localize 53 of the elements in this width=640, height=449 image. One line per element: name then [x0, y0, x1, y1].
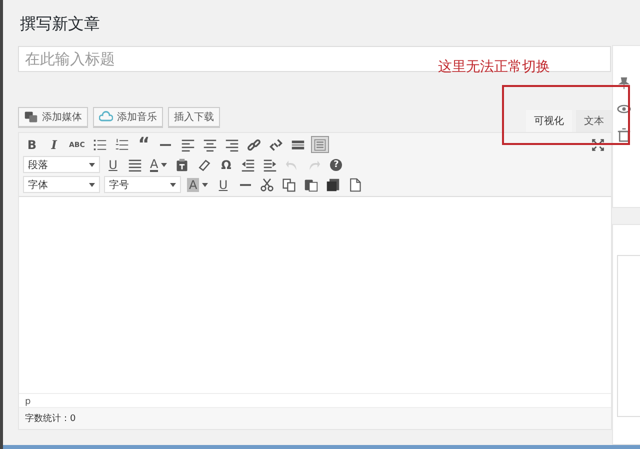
- horizontal-rule-icon: [160, 144, 172, 146]
- new-document-icon: [348, 178, 362, 192]
- italic-button[interactable]: I: [45, 136, 63, 153]
- format-select[interactable]: 字体: [23, 176, 100, 193]
- clipboard-icon: [175, 158, 190, 172]
- document-stack-icon: [326, 178, 340, 192]
- word-count: 字数统计：0: [19, 407, 611, 429]
- caret-icon: [161, 162, 168, 166]
- unlink-icon: [268, 138, 283, 152]
- align-left-icon: [180, 138, 195, 152]
- format-select[interactable]: 字号: [104, 176, 181, 193]
- toolbar-toggle-icon: [312, 138, 327, 152]
- fullscreen-icon: [591, 138, 605, 152]
- justify-icon: [128, 158, 142, 172]
- indent-icon: [263, 158, 278, 172]
- caret-icon: [89, 162, 95, 166]
- numbered-list-icon: [114, 138, 129, 152]
- blockquote-button[interactable]: “: [134, 136, 153, 153]
- text-color-button[interactable]: A: [148, 156, 170, 173]
- bold-button[interactable]: B: [23, 136, 41, 153]
- underline-button[interactable]: U: [104, 156, 122, 173]
- media-button[interactable]: 添加媒体: [18, 107, 88, 127]
- cloud-icon: [99, 110, 113, 124]
- align-right-icon: [224, 138, 239, 152]
- scissors-icon: [260, 178, 274, 192]
- align-center-icon: [202, 138, 217, 152]
- paste-icon: [304, 178, 318, 192]
- underline-button[interactable]: U: [214, 176, 232, 193]
- toolbar-button[interactable]: [266, 136, 285, 153]
- link-icon: [246, 138, 261, 152]
- caret-icon: [202, 182, 208, 186]
- editor-tab[interactable]: 可视化: [526, 110, 572, 132]
- format-select[interactable]: 段落: [23, 156, 100, 173]
- editor-tab[interactable]: 文本: [576, 110, 612, 132]
- caret-icon: [170, 182, 176, 186]
- bullet-list-icon: [92, 138, 107, 152]
- background-color-button[interactable]: A: [185, 176, 210, 193]
- copy-icon: [282, 178, 296, 192]
- outdent-icon: [241, 158, 256, 172]
- horizontal-rule-icon: [240, 184, 251, 186]
- media-button[interactable]: 插入下载: [168, 107, 220, 127]
- eraser-icon: [197, 158, 212, 172]
- caret-icon: [89, 182, 95, 186]
- eye-icon: [617, 102, 631, 116]
- help-button[interactable]: ?: [327, 156, 346, 173]
- special-character-button[interactable]: Ω: [217, 156, 236, 173]
- read-more-icon: [290, 138, 305, 152]
- pin-icon: [617, 76, 631, 90]
- media-icon: [24, 110, 38, 124]
- toolbar-button[interactable]: [280, 176, 298, 193]
- toolbar-button[interactable]: [258, 176, 276, 193]
- page-title: 撰写新文章: [20, 14, 101, 35]
- media-button[interactable]: 添加音乐: [93, 107, 163, 127]
